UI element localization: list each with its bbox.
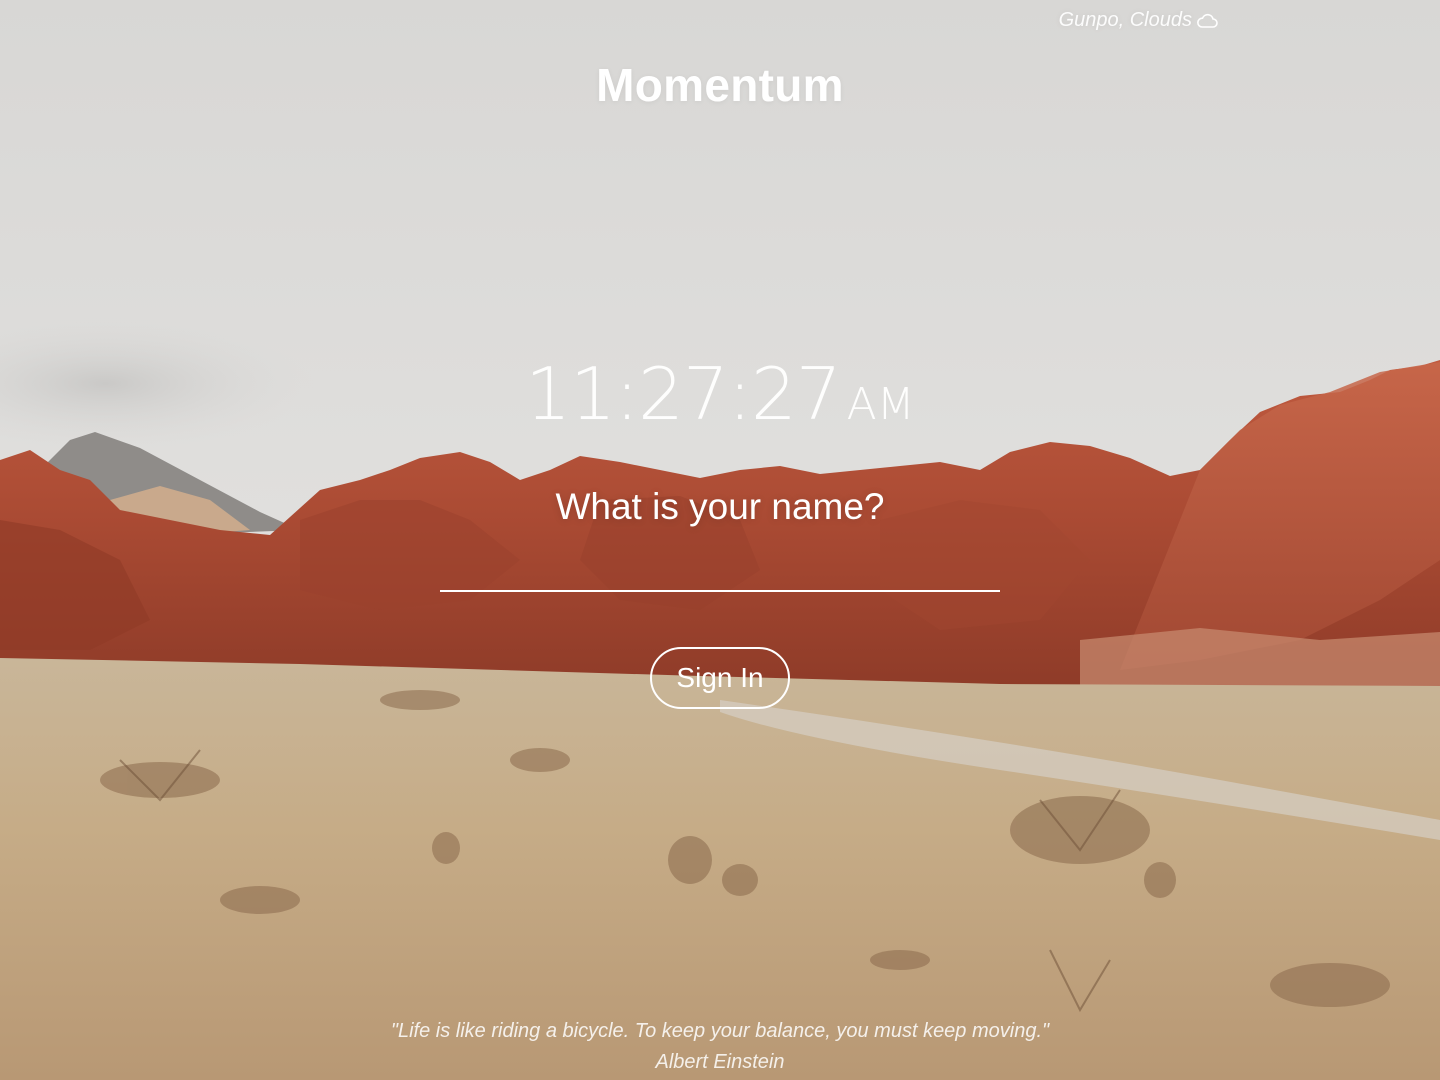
- weather-widget[interactable]: Gunpo, Clouds: [1059, 9, 1218, 32]
- cloud-icon: [1196, 13, 1218, 29]
- app-title: Momentum: [596, 59, 844, 111]
- quote-text: "Life is like riding a bicycle. To keep …: [390, 1020, 1050, 1042]
- name-prompt: What is your name?: [555, 486, 885, 527]
- weather-location: Gunpo, Clouds: [1058, 9, 1192, 31]
- quote-author: Albert Einstein: [655, 1051, 785, 1073]
- clock: 11:27:27 AM: [0, 358, 1440, 430]
- clock-time: 11:27:27: [525, 352, 841, 436]
- background-landscape: [0, 0, 1440, 1080]
- sign-in-button[interactable]: Sign In: [650, 647, 790, 709]
- clock-period: AM: [846, 379, 915, 430]
- quote: "Life is like riding a bicycle. To keep …: [0, 1016, 1440, 1078]
- name-input[interactable]: [440, 548, 1000, 592]
